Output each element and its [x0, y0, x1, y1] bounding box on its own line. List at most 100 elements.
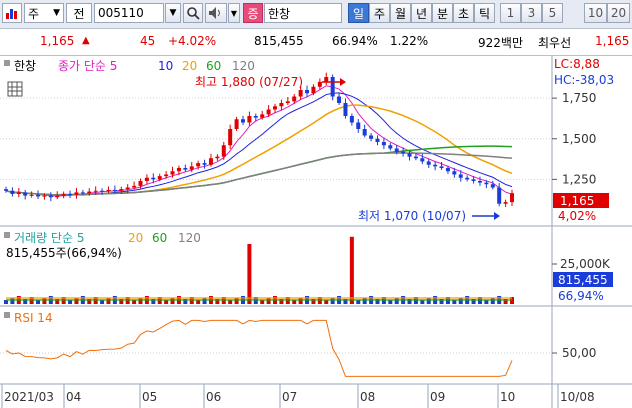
candle-body: [266, 109, 271, 115]
candle-body: [253, 116, 258, 118]
volume-bar: [356, 300, 361, 304]
period-min-20[interactable]: 20: [607, 3, 630, 23]
candle-body: [247, 116, 252, 123]
volume-bar: [452, 300, 457, 304]
search-button[interactable]: [183, 3, 203, 23]
period-tab-5[interactable]: 초: [453, 3, 474, 23]
volume-bar: [170, 298, 175, 304]
legend-marker: [4, 60, 10, 66]
candle-body: [125, 187, 130, 190]
code-input[interactable]: 005110: [94, 3, 164, 23]
volume-spike: [349, 236, 354, 304]
jeon-toggle[interactable]: 전: [66, 3, 92, 23]
candle-body: [490, 184, 495, 188]
turnover-rate: 1.22%: [390, 34, 429, 48]
up-arrow-icon: ▲: [82, 35, 90, 46]
stock-chart[interactable]: 한창 종가 단순 5 10 20 60 120 최고 1,880 (07/27)…: [0, 56, 632, 408]
speaker-dropdown[interactable]: ▼: [228, 3, 240, 23]
rsi-legend: RSI 14: [14, 311, 53, 325]
candle-body: [343, 103, 348, 116]
period-tab-4[interactable]: 분: [432, 3, 453, 23]
volume-spike: [247, 244, 252, 304]
low-annotation: 최저 1,070 (10/07): [358, 209, 466, 223]
candle-body: [337, 96, 342, 103]
candle-body: [497, 187, 502, 204]
period-tab-2[interactable]: 월: [390, 3, 411, 23]
candle-body: [93, 190, 98, 192]
volume-bar: [164, 300, 169, 304]
period-min-1[interactable]: 1: [500, 3, 521, 23]
market-select[interactable]: 주 ▼: [24, 3, 64, 23]
current-price: 1,165: [40, 34, 75, 48]
candle-body: [465, 177, 470, 180]
candle-body: [458, 174, 463, 178]
change-value: 45: [140, 34, 156, 48]
candle-body: [471, 179, 476, 181]
candle-body: [510, 193, 514, 203]
volume-bar: [42, 298, 47, 304]
rsi-legend-marker: [4, 312, 10, 318]
period-min-5[interactable]: 5: [542, 3, 563, 23]
candle-body: [273, 106, 278, 110]
candle-body: [381, 142, 386, 146]
candle-body: [23, 192, 28, 196]
volume-bar: [228, 300, 233, 304]
x-tick-label: 10: [500, 390, 515, 404]
legend-ma10: 10: [158, 59, 173, 73]
candle-body: [29, 194, 34, 196]
volume-bar: [362, 298, 367, 304]
volume-bar: [298, 298, 303, 304]
chart-icon[interactable]: [2, 3, 22, 23]
price-tick-label: 1,750: [562, 91, 596, 105]
candle-body: [260, 114, 265, 118]
candle-body: [240, 119, 245, 123]
candle-body: [324, 77, 329, 82]
volume-bar: [74, 298, 79, 304]
volume-bar: [196, 300, 201, 304]
volume-bar: [10, 298, 15, 304]
candle-body: [401, 151, 406, 154]
volume-value: 815,455: [254, 34, 304, 48]
candle-body: [157, 176, 162, 180]
candle-body: [375, 138, 380, 142]
x-tick-label: 10/08: [560, 390, 595, 404]
candle-body: [132, 185, 137, 188]
candle-body: [407, 153, 412, 157]
candle-body: [330, 77, 335, 97]
trade-amount: 922백만: [478, 36, 523, 50]
candle-body: [100, 190, 105, 192]
candle-body: [228, 129, 233, 146]
pct-now-label: 4,02%: [558, 209, 596, 223]
candle-body: [362, 129, 367, 136]
vol-legend-value: 815,455주(66,94%): [6, 246, 122, 260]
candle-body: [356, 122, 361, 129]
candle-body: [369, 135, 374, 139]
volume-bar: [202, 298, 207, 304]
candle-body: [164, 174, 169, 177]
stock-name-field[interactable]: 한창: [264, 3, 342, 23]
period-min-10[interactable]: 10: [584, 3, 607, 23]
candle-body: [55, 195, 60, 198]
period-tab-1[interactable]: 주: [369, 3, 390, 23]
vol-pct-label: 66,94%: [558, 289, 604, 303]
speaker-button[interactable]: [205, 3, 227, 23]
volume-bar: [36, 300, 41, 304]
period-tab-6[interactable]: 틱: [474, 3, 495, 23]
table-icon[interactable]: [7, 81, 23, 97]
period-tab-0[interactable]: 일: [348, 3, 369, 23]
candle-body: [176, 168, 181, 172]
candle-body: [202, 163, 207, 165]
vol-now-label: 815,455: [558, 273, 608, 287]
candle-body: [285, 101, 290, 103]
period-tab-3[interactable]: 년: [411, 3, 432, 23]
candle-body: [349, 116, 354, 123]
dropdown-button[interactable]: ▼: [165, 3, 181, 23]
candle-body: [87, 191, 92, 194]
volume-bar: [426, 298, 431, 304]
period-min-3[interactable]: 3: [521, 3, 542, 23]
volume-bar: [100, 300, 105, 304]
x-tick-label: 06: [206, 390, 221, 404]
toolbar: 주 ▼ 전 005110 ▼ ▼ 증 한창 일 주 월 년 분 초 틱 1 3 5 10 20: [0, 0, 632, 29]
volume-bar: [388, 300, 393, 304]
chevron-down-icon: ▼: [53, 8, 60, 18]
